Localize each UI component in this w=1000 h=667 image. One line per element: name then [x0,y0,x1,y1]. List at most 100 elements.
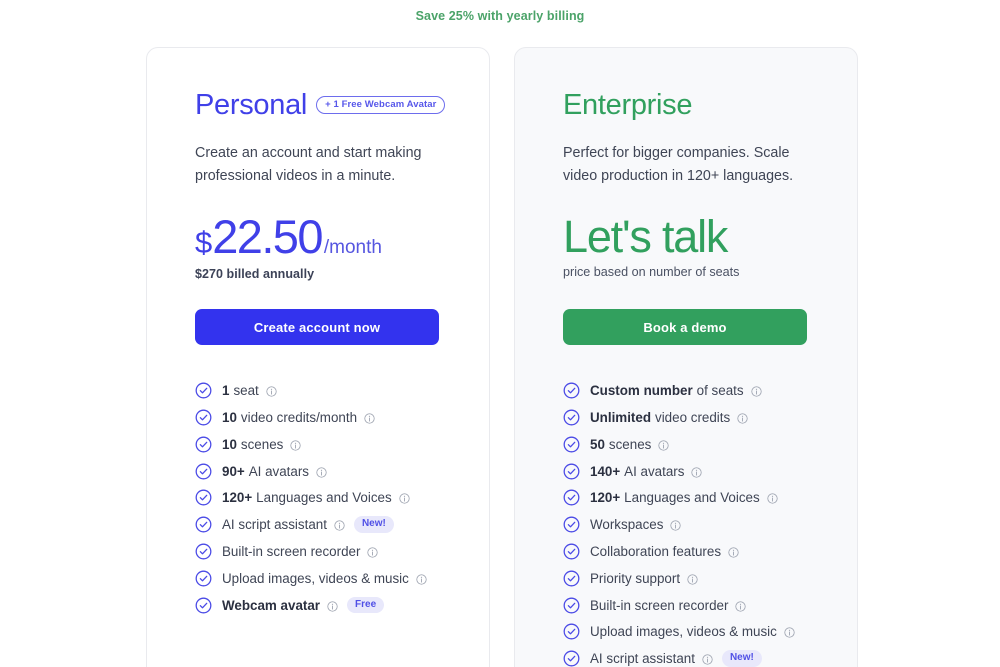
feature-label: scenes [240,436,284,452]
info-circle-icon[interactable] [416,573,427,585]
check-circle-icon [563,409,580,426]
feature-highlight: 120+ [222,490,253,506]
feature-label: video credits/month [240,410,358,425]
info-circle-icon[interactable] [364,412,375,424]
plan-title-enterprise: Enterprise [563,88,693,121]
info-circle-icon[interactable] [334,519,345,531]
feature-item: 1 seat [195,377,441,404]
price-lets-talk: Let's talk [563,211,728,263]
info-circle-icon[interactable] [658,439,669,451]
price-block-personal: $ 22.50 /month $270 billed annually [195,213,441,285]
price-block-enterprise: Let's talk price based on number of seat… [563,213,809,285]
price-seats-note: price based on number of seats [563,265,740,279]
pricing-card-enterprise: Enterprise Perfect for bigger companies.… [514,47,858,667]
price-currency: $ [195,225,212,261]
create-account-button[interactable]: Create account now [195,309,439,346]
feature-label: AI script assistant [590,651,695,667]
check-circle-icon [563,463,580,480]
info-circle-icon[interactable] [266,385,277,397]
feature-highlight: 90+ [222,463,245,479]
feature-item: 90+ AI avatars [195,458,441,485]
info-circle-icon[interactable] [316,466,327,478]
feature-highlight: 50 [590,436,605,452]
feature-item: Webcam avatar Free [195,592,441,619]
check-circle-icon [563,570,580,587]
info-circle-icon[interactable] [670,519,682,531]
check-circle-icon [563,516,580,533]
book-demo-button[interactable]: Book a demo [563,309,807,346]
plan-header-enterprise: Enterprise [563,86,809,124]
feature-item: AI script assistant New! [195,511,441,538]
feature-tag: Free [347,596,385,614]
feature-highlight: Custom number [590,383,693,399]
feature-item: Workspaces [563,511,809,538]
info-circle-icon[interactable] [691,466,703,478]
pricing-card-personal: Personal + 1 Free Webcam Avatar Create a… [146,47,490,667]
feature-label: Workspaces [590,517,664,533]
check-circle-icon [195,382,212,399]
feature-item: 50 scenes [563,431,809,458]
info-circle-icon[interactable] [399,492,410,504]
check-circle-icon [195,489,212,506]
info-circle-icon[interactable] [687,573,698,585]
feature-label: AI script assistant [222,517,327,533]
plan-description-personal: Create an account and start making profe… [195,145,422,185]
check-circle-icon [195,463,212,480]
feature-highlight: Webcam avatar [222,597,321,613]
check-circle-icon [563,382,580,399]
check-circle-icon [563,623,580,640]
feature-label: Upload images, videos & music [222,570,409,586]
feature-highlight: 120+ [590,490,621,506]
feature-item: AI script assistant New! [563,645,809,667]
feature-label: video credits [655,410,731,425]
check-circle-icon [563,543,580,560]
pricing-cards-row: Personal + 1 Free Webcam Avatar Create a… [146,47,858,667]
feature-highlight: 140+ [590,463,621,479]
webcam-avatar-badge: + 1 Free Webcam Avatar [316,96,446,114]
check-circle-icon [195,570,212,587]
check-circle-icon [195,516,212,533]
price-amount: 22.50 [212,210,323,264]
info-circle-icon[interactable] [702,653,713,665]
feature-label: scenes [608,436,652,452]
info-circle-icon[interactable] [767,492,778,504]
feature-item: Custom number of seats [563,377,809,404]
check-circle-icon [195,436,212,453]
feature-item: Collaboration features [563,538,809,565]
feature-label: Built-in screen recorder [222,543,361,559]
info-circle-icon[interactable] [728,546,739,558]
feature-label: of seats [696,383,744,399]
feature-label: seat [233,383,259,399]
feature-tag: New! [721,650,762,667]
feature-item: 10 scenes [195,431,441,458]
feature-label: Upload images, videos & music [590,624,777,640]
yearly-billing-banner: Save 25% with yearly billing [415,9,585,23]
info-circle-icon[interactable] [735,600,747,612]
feature-item: Built-in screen recorder [195,538,441,565]
info-circle-icon[interactable] [290,439,301,451]
feature-label: Priority support [590,570,681,586]
feature-item: 10 video credits/month [195,404,441,431]
feature-item: 120+ Languages and Voices [195,485,441,512]
info-circle-icon[interactable] [750,385,762,397]
price-billing-note: $270 billed annually [195,267,315,282]
feature-label: AI avatars [624,463,685,479]
info-circle-icon[interactable] [784,626,795,638]
feature-item: Priority support [563,565,809,592]
feature-highlight: 1 [222,383,230,399]
check-circle-icon [563,489,580,506]
info-circle-icon[interactable] [367,546,379,558]
info-circle-icon[interactable] [327,600,338,612]
check-circle-icon [195,409,212,426]
feature-item: Unlimited video credits [563,404,809,431]
feature-list-personal: 1 seat 10 video credits/month 10 scenes 90+ AI … [195,377,441,618]
feature-item: Upload images, videos & music [195,565,441,592]
info-circle-icon[interactable] [737,412,748,424]
feature-item: Upload images, videos & music [563,618,809,645]
check-circle-icon [195,543,212,560]
check-circle-icon [563,597,580,614]
plan-title-personal: Personal [195,88,308,121]
feature-list-enterprise: Custom number of seats Unlimited video cred… [563,377,809,667]
check-circle-icon [195,597,212,614]
feature-item: 140+ AI avatars [563,458,809,485]
